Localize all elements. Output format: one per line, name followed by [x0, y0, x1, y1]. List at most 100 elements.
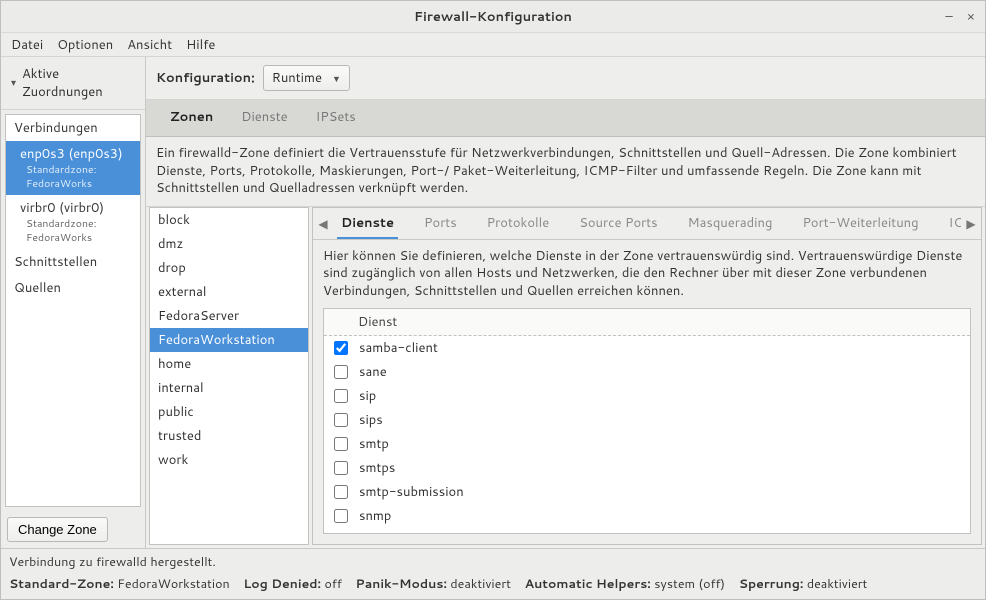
zone-description: Ein firewalld-Zone definiert die Vertrau… — [146, 137, 985, 206]
sub-tab[interactable]: ICMP-Filter — [945, 208, 961, 240]
sub-tab[interactable]: Port-Weiterleitung — [798, 208, 922, 240]
sub-tab[interactable]: Masquerading — [684, 208, 777, 240]
service-label: sane — [359, 363, 387, 381]
zone-item[interactable]: external — [150, 280, 308, 304]
sidebar-item-label: Quellen — [14, 279, 132, 297]
service-label: smtp — [359, 435, 389, 453]
service-row: samba-client — [324, 336, 970, 360]
service-row: snmptrap — [324, 528, 970, 533]
service-checkbox[interactable] — [334, 413, 348, 427]
service-checkbox[interactable] — [334, 485, 348, 499]
sub-tabs: ◀ Dienste Ports Protokolle Source Ports Masq… — [313, 208, 981, 240]
status-line-1: Verbindung zu firewalld hergestellt. — [1, 548, 985, 573]
service-checkbox[interactable] — [334, 437, 348, 451]
change-zone-button[interactable]: Change Zone — [7, 517, 108, 542]
auto-helpers-value: system (off) — [654, 575, 725, 593]
services-col-header: Dienst — [324, 309, 970, 336]
auto-helpers-label: Automatic Helpers: — [525, 575, 651, 593]
sidebar-item-sublabel: Standardzone: FedoraWorks — [20, 163, 132, 191]
zone-item[interactable]: public — [150, 400, 308, 424]
panik-label: Panik-Modus: — [356, 575, 447, 593]
main-tab[interactable]: Dienste — [227, 100, 301, 136]
menubar: Datei Optionen Ansicht Hilfe — [1, 33, 985, 57]
sperrung-value: deaktiviert — [807, 575, 868, 593]
service-row: snmp — [324, 504, 970, 528]
zone-list: blockdmzdropexternalFedoraServerFedoraWo… — [149, 207, 309, 545]
titlebar: Firewall-Konfiguration – × — [1, 1, 985, 33]
sidebar-header-label: Aktive Zuordnungen — [22, 65, 135, 101]
scroll-right-icon[interactable]: ▶ — [961, 215, 981, 232]
sidebar-item[interactable]: Schnittstellen — [6, 249, 140, 275]
sidebar-item-label: Verbindungen — [14, 119, 132, 137]
menu-hilfe[interactable]: Hilfe — [186, 36, 215, 54]
service-label: snmptrap — [359, 531, 416, 533]
config-combo-value: Runtime — [272, 69, 322, 87]
window-title: Firewall-Konfiguration — [1, 8, 985, 26]
minimize-icon[interactable]: – — [945, 8, 952, 26]
service-checkbox[interactable] — [334, 389, 348, 403]
service-checkbox[interactable] — [334, 341, 348, 355]
sub-tab[interactable]: Source Ports — [575, 208, 661, 240]
menu-optionen[interactable]: Optionen — [57, 36, 113, 54]
service-row: sane — [324, 360, 970, 384]
zone-item[interactable]: home — [150, 352, 308, 376]
service-label: smtp-submission — [359, 483, 464, 501]
service-row: smtp-submission — [324, 480, 970, 504]
status-line-2: Standard-Zone: FedoraWorkstation Log Den… — [1, 573, 985, 599]
service-checkbox[interactable] — [334, 461, 348, 475]
service-row: smtp — [324, 432, 970, 456]
log-denied-label: Log Denied: — [243, 575, 321, 593]
config-combo[interactable]: Runtime ▼ — [263, 65, 350, 91]
sidebar: ▾ Aktive Zuordnungen Verbindungen enp0s3 … — [1, 57, 146, 548]
sperrung-label: Sperrung: — [739, 575, 804, 593]
connections-panel: Verbindungenenp0s3 (enp0s3)Standardzone:… — [5, 114, 141, 507]
sidebar-item-label: enp0s3 (enp0s3) — [20, 145, 132, 163]
service-label: sip — [359, 387, 376, 405]
standard-zone-label: Standard-Zone: — [9, 575, 114, 593]
close-icon[interactable]: × — [967, 8, 975, 26]
services-table: Dienst samba-client sane sip sips smtp smtps s… — [323, 308, 971, 534]
service-row: sip — [324, 384, 970, 408]
service-label: sips — [359, 411, 383, 429]
service-row: smtps — [324, 456, 970, 480]
main-tab[interactable]: Zonen — [156, 100, 227, 136]
sidebar-item[interactable]: Verbindungen — [6, 115, 140, 141]
sub-tab[interactable]: Ports — [420, 208, 461, 240]
main-tab[interactable]: IPSets — [302, 100, 370, 136]
zone-item[interactable]: block — [150, 208, 308, 232]
service-checkbox[interactable] — [334, 509, 348, 523]
menu-ansicht[interactable]: Ansicht — [127, 36, 172, 54]
zone-item[interactable]: FedoraServer — [150, 304, 308, 328]
service-label: samba-client — [359, 339, 438, 357]
sidebar-item-sublabel: Standardzone: FedoraWorks — [20, 217, 132, 245]
scroll-left-icon[interactable]: ◀ — [313, 215, 333, 232]
zone-item[interactable]: FedoraWorkstation — [150, 328, 308, 352]
sub-tab[interactable]: Protokolle — [483, 208, 554, 240]
standard-zone-value: FedoraWorkstation — [117, 575, 229, 593]
zone-item[interactable]: work — [150, 448, 308, 472]
sidebar-item-label: Schnittstellen — [14, 253, 132, 271]
zone-item[interactable]: dmz — [150, 232, 308, 256]
config-row: Konfiguration: Runtime ▼ — [146, 57, 985, 100]
zone-item[interactable]: drop — [150, 256, 308, 280]
menu-datei[interactable]: Datei — [11, 36, 43, 54]
zone-item[interactable]: internal — [150, 376, 308, 400]
sidebar-item[interactable]: virbr0 (virbr0)Standardzone: FedoraWorks — [6, 195, 140, 249]
sub-tab[interactable]: Dienste — [337, 208, 398, 240]
sidebar-item-label: virbr0 (virbr0) — [20, 199, 132, 217]
sidebar-header[interactable]: ▾ Aktive Zuordnungen — [1, 57, 145, 110]
chevron-down-icon: ▼ — [332, 72, 341, 85]
panik-value: deaktiviert — [450, 575, 511, 593]
service-label: snmp — [359, 507, 391, 525]
config-label: Konfiguration: — [156, 69, 255, 87]
log-denied-value: off — [324, 575, 341, 593]
main-tabs: ZonenDiensteIPSets — [146, 100, 985, 137]
service-label: smtps — [359, 459, 395, 477]
services-description: Hier können Sie definieren, welche Diens… — [313, 240, 981, 309]
service-checkbox[interactable] — [334, 365, 348, 379]
chevron-down-icon: ▾ — [11, 76, 16, 90]
service-row: sips — [324, 408, 970, 432]
sidebar-item[interactable]: Quellen — [6, 275, 140, 301]
zone-item[interactable]: trusted — [150, 424, 308, 448]
sidebar-item[interactable]: enp0s3 (enp0s3)Standardzone: FedoraWorks — [6, 141, 140, 195]
